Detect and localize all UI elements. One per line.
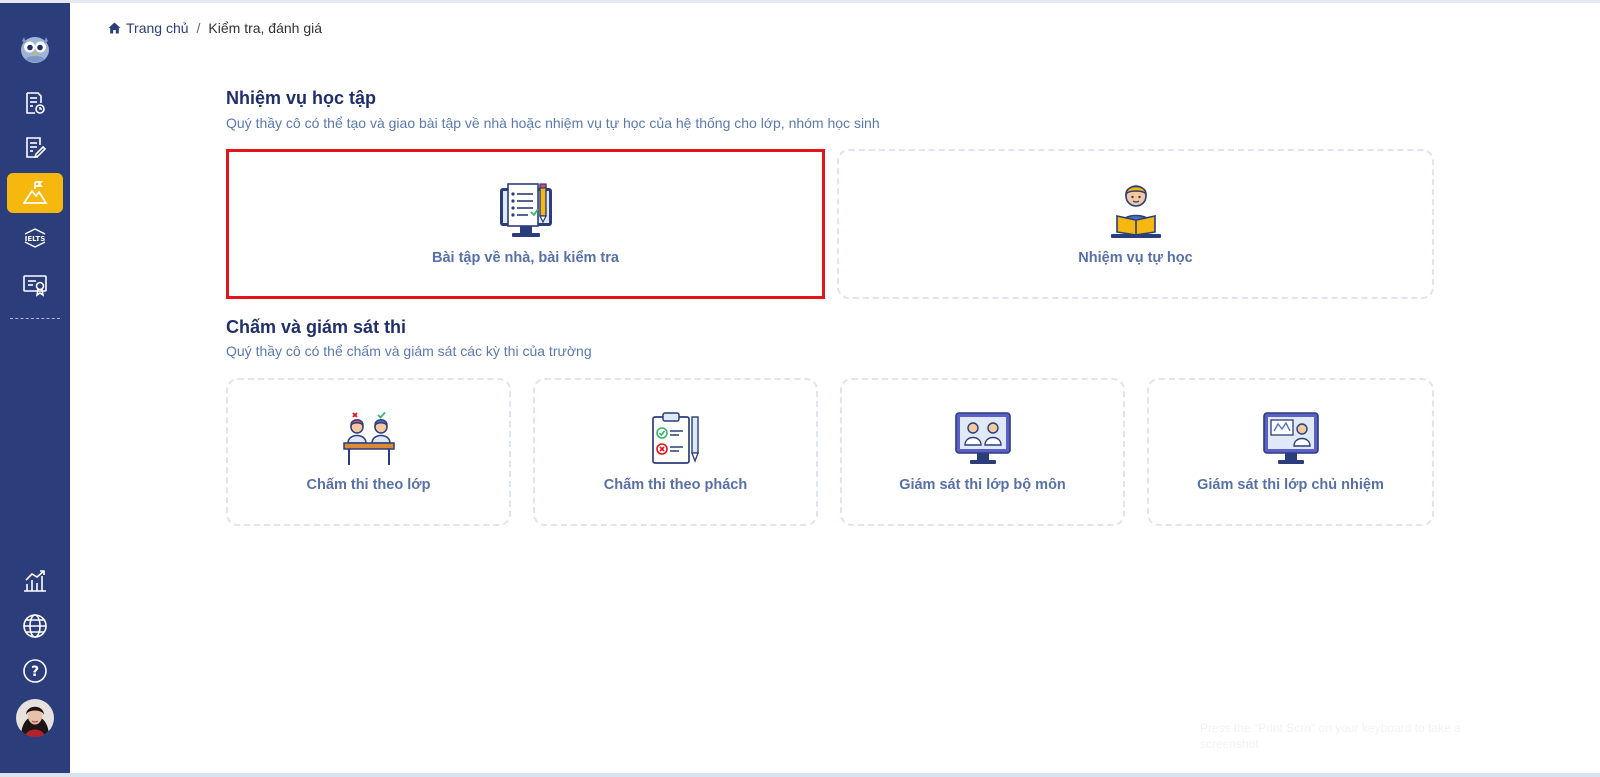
monitor-classroom-icon — [1262, 411, 1320, 467]
sidebar-divider — [10, 318, 60, 319]
owl-logo-icon — [18, 31, 52, 65]
card-label: Giám sát thi lớp bộ môn — [899, 477, 1066, 493]
sidebar: IELTS ? — [0, 3, 70, 773]
breadcrumb-home-link[interactable]: Trang chủ — [108, 20, 189, 36]
students-desk-icon — [342, 411, 396, 467]
card-label: Nhiệm vụ tự học — [1078, 250, 1193, 266]
card-self-study[interactable]: Nhiệm vụ tự học — [837, 149, 1434, 299]
section-learning-tasks-title: Nhiệm vụ học tập — [226, 88, 377, 108]
help-icon: ? — [22, 658, 48, 684]
app-logo[interactable] — [0, 28, 70, 68]
card-label: Bài tập về nhà, bài kiểm tra — [432, 250, 619, 266]
clipboard-checklist-icon — [649, 411, 703, 467]
section-grading-supervision-description: Quý thầy cô có thể chấm và giám sát các … — [226, 343, 592, 359]
sidebar-item-assessment[interactable] — [0, 173, 70, 213]
card-supervise-subject-class[interactable]: Giám sát thi lớp bộ môn — [840, 378, 1125, 526]
sidebar-item-certificate[interactable] — [0, 265, 70, 305]
section-grading-supervision-title: Chấm và giám sát thi — [226, 317, 407, 337]
section-learning-tasks-description: Quý thầy cô có thể tạo và giao bài tập v… — [226, 115, 880, 131]
avatar-image — [16, 699, 54, 737]
monitor-students-icon — [954, 411, 1012, 467]
card-label: Giám sát thi lớp chủ nhiệm — [1197, 477, 1384, 493]
bottom-border — [0, 773, 1600, 777]
breadcrumb-current: Kiểm tra, đánh giá — [208, 20, 323, 36]
breadcrumb-separator: / — [196, 20, 201, 36]
card-supervise-homeroom-class[interactable]: Giám sát thi lớp chủ nhiệm — [1147, 378, 1434, 526]
svg-text:IELTS: IELTS — [25, 235, 46, 243]
homework-monitor-icon — [498, 182, 554, 240]
home-icon — [108, 22, 121, 34]
sidebar-item-language[interactable] — [0, 606, 70, 646]
screenshot-hint: Press the "Print Scrn" on your keyboard … — [1200, 721, 1461, 751]
card-grade-by-class[interactable]: Chấm thi theo lớp — [226, 378, 511, 526]
sidebar-item-help[interactable]: ? — [0, 651, 70, 691]
card-grade-by-code[interactable]: Chấm thi theo phách — [533, 378, 818, 526]
breadcrumb-home-label: Trang chủ — [126, 20, 189, 36]
document-check-icon — [23, 91, 47, 115]
card-homework-tests[interactable]: Bài tập về nhà, bài kiểm tra — [226, 149, 825, 299]
sidebar-item-exam-list[interactable] — [0, 83, 70, 123]
sidebar-item-edit[interactable] — [0, 128, 70, 168]
ielts-icon: IELTS — [22, 225, 48, 251]
card-label: Chấm thi theo phách — [603, 477, 748, 493]
certificate-icon — [22, 273, 48, 297]
top-border — [0, 0, 1600, 3]
breadcrumb: Trang chủ / Kiểm tra, đánh giá — [108, 20, 322, 36]
globe-icon — [22, 613, 48, 639]
document-edit-icon — [23, 136, 47, 160]
user-avatar[interactable] — [0, 698, 70, 738]
chart-icon — [22, 568, 48, 594]
svg-text:?: ? — [31, 664, 39, 680]
sidebar-item-statistics[interactable] — [0, 561, 70, 601]
mountain-flag-icon — [22, 180, 48, 206]
sidebar-item-ielts[interactable]: IELTS — [0, 218, 70, 258]
student-reading-icon — [1107, 182, 1165, 240]
card-label: Chấm thi theo lớp — [306, 477, 431, 493]
